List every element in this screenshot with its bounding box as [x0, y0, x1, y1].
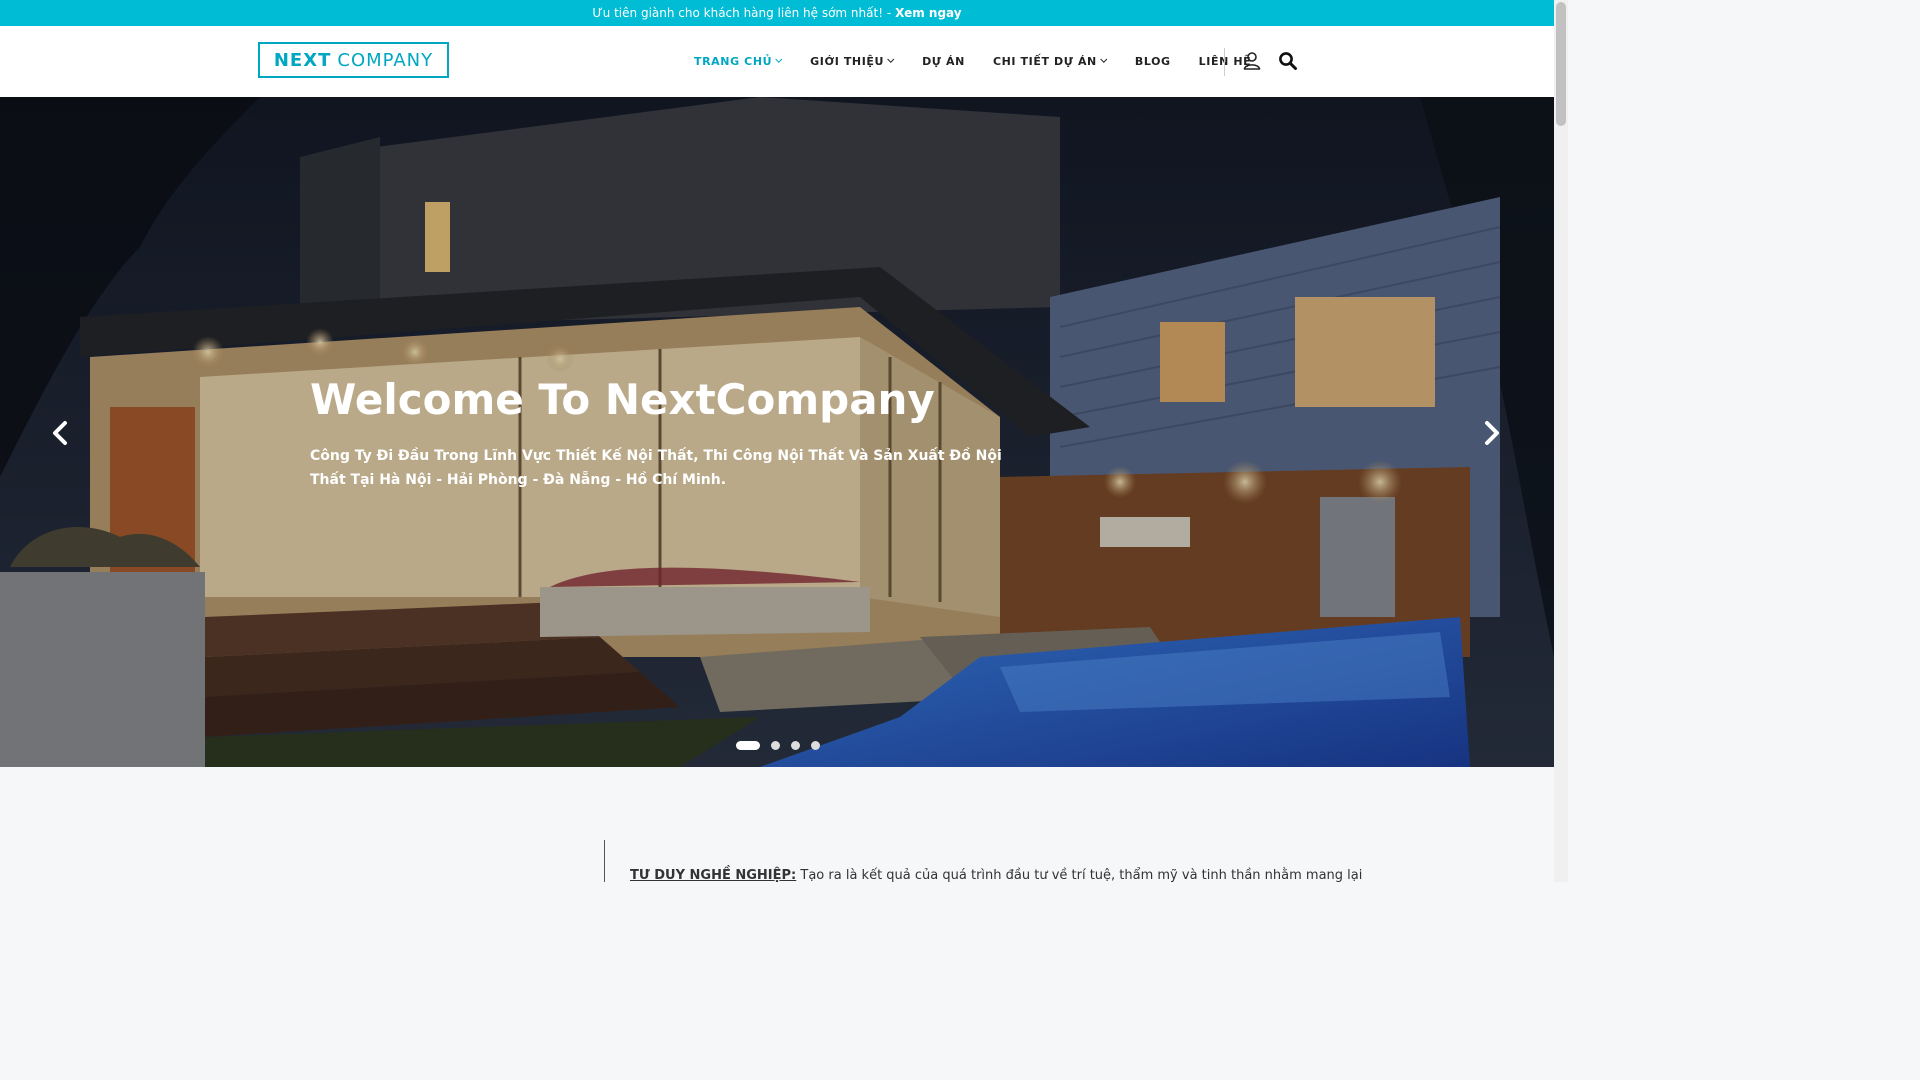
nav-divider — [1224, 48, 1225, 76]
nav-item-du-an[interactable]: DỰ ÁN — [922, 55, 965, 68]
nav-item-trang-chu[interactable]: TRANG CHỦ — [694, 55, 783, 68]
site-logo[interactable]: NEXT COMPANY — [258, 42, 449, 78]
chevron-left-icon[interactable] — [48, 420, 72, 446]
user-icon[interactable] — [1242, 51, 1262, 71]
page-scrollbar[interactable] — [1554, 0, 1568, 882]
chevron-right-icon[interactable] — [1480, 420, 1504, 446]
slider-dot-2[interactable] — [771, 741, 780, 750]
nav-item-gioi-thieu[interactable]: GIỚI THIỆU — [810, 55, 895, 68]
nav-item-blog[interactable]: BLOG — [1135, 55, 1171, 68]
scrollbar-thumb[interactable] — [1556, 2, 1566, 126]
hero-subtitle: Công Ty Đi Đầu Trong Lĩnh Vực Thiết Kế N… — [310, 448, 1002, 488]
intro-label: TƯ DUY NGHỀ NGHIỆP: — [630, 868, 797, 883]
main-nav: TRANG CHỦ GIỚI THIỆU DỰ ÁN CHI TIẾT DỰ Á… — [680, 26, 1265, 97]
search-icon[interactable] — [1278, 51, 1298, 71]
announcement-link[interactable]: Xem ngay — [895, 6, 961, 20]
chevron-down-icon — [887, 55, 895, 63]
slider-dot-4[interactable] — [811, 741, 820, 750]
chevron-down-icon — [775, 55, 783, 63]
hero-title: Welcome To NextCompany — [310, 375, 935, 424]
nav-label: TRANG CHỦ — [694, 55, 773, 68]
hero-overlay — [0, 97, 1554, 767]
nav-label: GIỚI THIỆU — [810, 55, 885, 68]
announcement-bar: Ưu tiên giành cho khách hàng liên hệ sớm… — [0, 0, 1554, 26]
slider-dot-3[interactable] — [791, 741, 800, 750]
hero-slider: Welcome To NextCompany Công Ty Đi Đầu Tr… — [0, 97, 1554, 767]
nav-label: CHI TIẾT DỰ ÁN — [992, 55, 1097, 68]
chevron-down-icon — [1100, 55, 1108, 63]
section-divider — [604, 840, 605, 882]
logo-bold-text: NEXT — [273, 49, 332, 71]
nav-label: BLOG — [1134, 55, 1171, 68]
intro-paragraph: TƯ DUY NGHỀ NGHIỆP: Tạo ra là kết quả củ… — [630, 868, 1362, 883]
intro-text: Tạo ra là kết quả của quá trình đầu tư v… — [796, 868, 1363, 883]
logo-light-text: COMPANY — [337, 49, 434, 71]
nav-label: DỰ ÁN — [922, 55, 965, 68]
slider-pagination — [736, 741, 831, 750]
slider-dot-1[interactable] — [736, 741, 760, 750]
nav-item-chi-tiet-du-an[interactable]: CHI TIẾT DỰ ÁN — [992, 55, 1108, 68]
announcement-text: Ưu tiên giành cho khách hàng liên hệ sớm… — [592, 6, 892, 20]
site-header: NEXT COMPANY TRANG CHỦ GIỚI THIỆU DỰ ÁN … — [0, 26, 1554, 97]
